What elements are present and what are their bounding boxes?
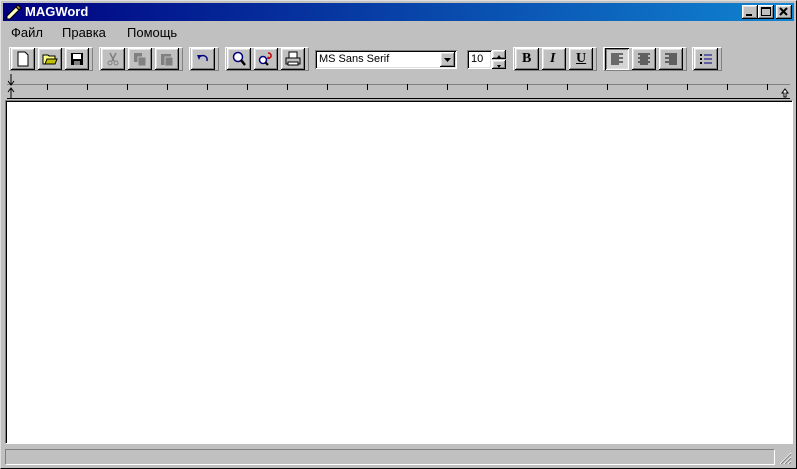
menu-bar: Файл Правка Помощь <box>3 23 794 43</box>
maximize-icon <box>761 7 771 16</box>
bullets-button[interactable] <box>694 48 718 70</box>
title-bar[interactable]: MAGWord <box>3 3 794 21</box>
cut-icon <box>107 52 119 66</box>
underline-icon: U <box>576 51 587 66</box>
close-icon <box>779 7 788 16</box>
new-button[interactable] <box>11 48 35 70</box>
align-right-button[interactable] <box>659 48 683 70</box>
copy-icon <box>134 53 147 67</box>
ruler-tick <box>327 84 328 90</box>
ruler-tick <box>487 84 488 90</box>
ruler-tick <box>767 84 768 90</box>
print-button[interactable] <box>281 48 305 70</box>
ruler-tick <box>607 84 608 90</box>
ruler-tick <box>207 84 208 90</box>
ruler-tick <box>167 84 168 90</box>
open-folder-icon <box>42 54 58 65</box>
ruler-tick <box>567 84 568 90</box>
ruler-tick <box>687 84 688 90</box>
document-editor[interactable] <box>5 100 793 444</box>
chevron-down-icon <box>444 58 451 62</box>
font-size-up-button[interactable] <box>492 50 506 59</box>
underline-button[interactable]: U <box>569 48 593 70</box>
font-dropdown-button[interactable] <box>440 52 455 67</box>
undo-button[interactable] <box>191 48 215 70</box>
resize-grip-icon[interactable] <box>778 451 792 465</box>
font-size-input[interactable]: 10 <box>467 50 492 69</box>
align-left-icon <box>611 53 623 65</box>
undo-icon <box>197 54 208 62</box>
window-title: MAGWord <box>25 4 89 19</box>
find-icon <box>232 51 246 66</box>
maximize-button[interactable] <box>758 5 774 19</box>
replace-icon <box>258 52 272 66</box>
ruler-tick <box>127 84 128 90</box>
ruler-top-line <box>7 84 790 85</box>
ruler[interactable] <box>3 74 794 100</box>
ruler-tick <box>287 84 288 90</box>
font-size-down-button[interactable] <box>492 60 506 69</box>
app-pencil-icon <box>6 4 22 20</box>
ruler-tick <box>527 84 528 90</box>
menu-edit[interactable]: Правка <box>62 25 106 40</box>
ruler-tick <box>87 84 88 90</box>
copy-button[interactable] <box>128 48 152 70</box>
ruler-bottom-line <box>7 98 790 99</box>
close-button[interactable] <box>776 5 792 19</box>
status-bar <box>3 447 794 467</box>
ruler-tick <box>447 84 448 90</box>
find-button[interactable] <box>227 48 251 70</box>
font-name-value: MS Sans Serif <box>319 53 390 65</box>
align-center-button[interactable] <box>632 48 656 70</box>
menu-help[interactable]: Помощь <box>127 25 177 40</box>
right-indent-marker-icon[interactable] <box>780 88 790 98</box>
italic-button[interactable]: I <box>542 48 566 70</box>
open-button[interactable] <box>38 48 62 70</box>
bullets-icon <box>700 54 712 64</box>
align-center-icon <box>638 53 650 65</box>
ruler-tick <box>47 84 48 90</box>
ruler-tick <box>407 84 408 90</box>
font-name-combobox[interactable]: MS Sans Serif <box>315 50 457 69</box>
menu-file[interactable]: Файл <box>11 25 43 40</box>
ruler-tick <box>647 84 648 90</box>
main-window: MAGWord Файл Правка Помощь MS Sans Serif… <box>0 0 797 469</box>
font-size-value: 10 <box>471 53 484 65</box>
toolbar: MS Sans Serif 10 B I U <box>3 45 794 73</box>
ruler-tick <box>727 84 728 90</box>
ruler-tick <box>247 84 248 90</box>
save-icon <box>71 53 83 65</box>
ruler-tick <box>367 84 368 90</box>
align-left-button[interactable] <box>605 48 629 70</box>
minimize-icon <box>746 14 752 16</box>
replace-button[interactable] <box>254 48 278 70</box>
save-button[interactable] <box>65 48 89 70</box>
paste-icon <box>161 54 174 67</box>
new-document-icon <box>17 51 29 67</box>
bold-button[interactable]: B <box>515 48 539 70</box>
align-right-icon <box>665 53 677 65</box>
print-icon <box>285 51 301 66</box>
spin-down-icon <box>497 65 501 68</box>
status-panel <box>5 449 775 465</box>
italic-icon: I <box>550 51 556 66</box>
bold-icon: B <box>522 51 532 66</box>
cut-button[interactable] <box>101 48 125 70</box>
minimize-button[interactable] <box>742 5 758 19</box>
paste-button[interactable] <box>155 48 179 70</box>
first-indent-marker-icon[interactable] <box>6 74 16 86</box>
